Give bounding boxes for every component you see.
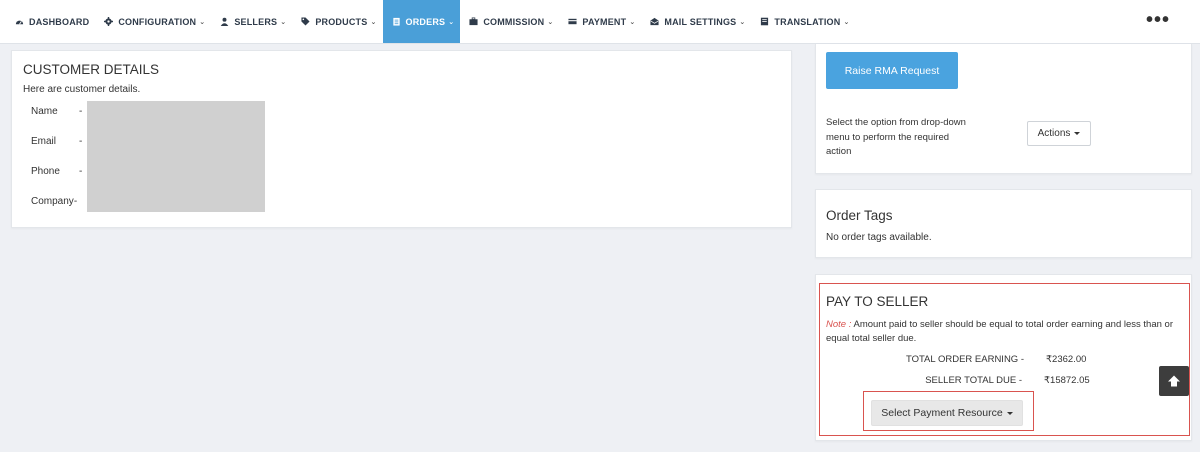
chevron-down-icon: ⌄ [199, 18, 206, 26]
customer-details-subtitle: Here are customer details. [23, 84, 141, 95]
clipboard-icon [392, 17, 400, 26]
gear-icon [104, 17, 114, 26]
nav-commission[interactable]: COMMISSION ⌄ [460, 0, 559, 43]
customer-email-label: Email [31, 136, 57, 147]
chevron-down-icon: ⌄ [370, 18, 377, 26]
nav-sellers[interactable]: SELLERS ⌄ [211, 0, 292, 43]
pay-to-seller-title: PAY TO SELLER [826, 294, 929, 309]
nav-products-label: PRODUCTS [315, 16, 368, 27]
order-tags-empty-text: No order tags available. [826, 232, 932, 243]
chevron-down-icon: ⌄ [547, 18, 554, 26]
customer-phone-row: Phone - [31, 166, 82, 177]
customer-name-separator: - [79, 106, 83, 117]
nav-orders[interactable]: ORDERS ⌄ [382, 0, 461, 43]
briefcase-icon [469, 17, 478, 26]
customer-phone-separator: - [79, 166, 83, 177]
chevron-down-icon: ⌄ [448, 18, 455, 26]
pay-to-seller-panel: PAY TO SELLER Note : Amount paid to sell… [815, 274, 1192, 441]
nav-payment-label: PAYMENT [582, 16, 627, 27]
order-tags-panel: Order Tags No order tags available. [815, 189, 1192, 258]
order-actions-panel: Raise RMA Request Select the option from… [815, 44, 1192, 174]
actions-dropdown-button[interactable]: Actions [1027, 121, 1091, 146]
pay-note: Note : Amount paid to seller should be e… [826, 318, 1186, 346]
caret-down-icon [1006, 411, 1013, 415]
user-icon [221, 17, 229, 26]
top-navbar: DASHBOARD CONFIGURATION ⌄ SELLERS ⌄ PROD… [0, 0, 1200, 44]
nav-orders-label: ORDERS [405, 16, 446, 27]
credit-card-icon [568, 18, 577, 25]
chevron-down-icon: ⌄ [739, 18, 746, 26]
nav-configuration[interactable]: CONFIGURATION ⌄ [95, 0, 211, 43]
customer-details-title: CUSTOMER DETAILS [23, 62, 160, 77]
seller-total-due-label: SELLER TOTAL DUE - [925, 375, 1022, 386]
nav-translation-label: TRANSLATION [774, 16, 841, 27]
seller-total-due-value: ₹15872.05 [1044, 375, 1090, 386]
dashboard-icon [15, 20, 24, 25]
pay-note-text: Amount paid to seller should be equal to… [826, 319, 1173, 344]
nav-mail-settings[interactable]: MAIL SETTINGS ⌄ [641, 0, 751, 43]
book-icon [761, 17, 769, 26]
seller-total-due-row: SELLER TOTAL DUE - [816, 375, 1022, 389]
chevron-down-icon: ⌄ [280, 18, 287, 26]
nav-translation[interactable]: TRANSLATION ⌄ [751, 0, 855, 43]
nav-dashboard-label: DASHBOARD [29, 16, 90, 27]
nav-payment[interactable]: PAYMENT ⌄ [559, 0, 641, 43]
chevron-down-icon: ⌄ [629, 18, 636, 26]
customer-details-panel: CUSTOMER DETAILS Here are customer detai… [11, 50, 792, 228]
arrow-up-icon [1168, 375, 1180, 387]
actions-instruction-text: Select the option from drop-down menu to… [826, 117, 966, 157]
select-payment-resource-label: Select Payment Resource [881, 407, 1003, 419]
nav-configuration-label: CONFIGURATION [118, 16, 197, 27]
customer-name-row: Name - [31, 106, 82, 117]
envelope-icon [650, 17, 659, 26]
nav-dashboard[interactable]: DASHBOARD [0, 0, 95, 43]
nav-sellers-label: SELLERS [234, 16, 278, 27]
scroll-to-top-button[interactable] [1159, 366, 1189, 396]
total-order-earning-value: ₹2362.00 [1046, 354, 1087, 365]
nav-products[interactable]: PRODUCTS ⌄ [292, 0, 382, 43]
select-payment-resource-button[interactable]: Select Payment Resource [871, 400, 1023, 426]
pay-note-label: Note : [826, 319, 852, 330]
raise-rma-request-button[interactable]: Raise RMA Request [826, 52, 958, 89]
tag-icon [301, 17, 310, 26]
customer-company-label: Company [31, 196, 74, 207]
total-order-earning-row: TOTAL ORDER EARNING - [816, 354, 1024, 368]
customer-email-row: Email - [31, 136, 82, 147]
actions-dropdown-label: Actions [1037, 128, 1071, 139]
redacted-customer-info [87, 101, 265, 212]
total-order-earning-label: TOTAL ORDER EARNING - [905, 354, 1024, 365]
customer-name-label: Name [31, 106, 58, 117]
chevron-down-icon: ⌄ [843, 18, 850, 26]
customer-company-row: Company- [31, 196, 77, 207]
customer-phone-label: Phone [31, 166, 60, 177]
customer-email-separator: - [79, 136, 83, 147]
nav-mail-settings-label: MAIL SETTINGS [664, 16, 737, 27]
caret-down-icon [1074, 132, 1081, 135]
nav-commission-label: COMMISSION [483, 16, 545, 27]
customer-company-separator: - [73, 196, 78, 207]
order-tags-title: Order Tags [826, 208, 893, 223]
more-options-icon[interactable]: ••• [1146, 10, 1170, 30]
